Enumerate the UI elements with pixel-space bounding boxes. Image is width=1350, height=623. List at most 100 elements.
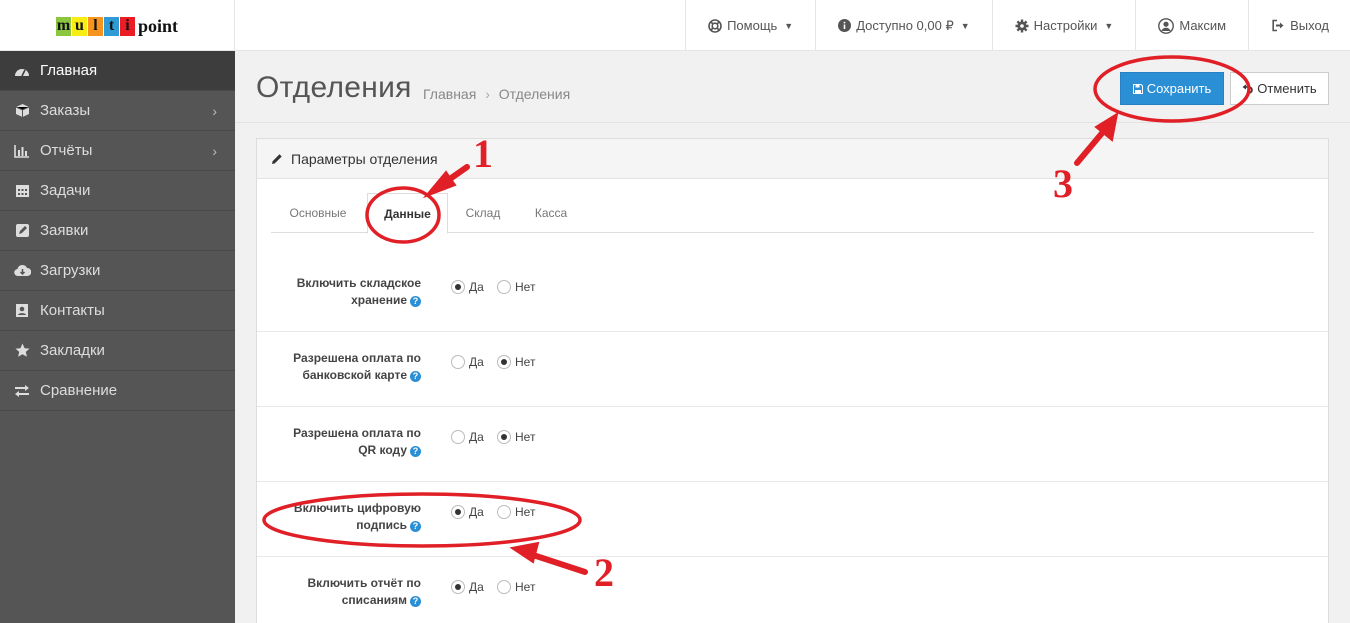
setting-label: Включить складское хранение?: [261, 275, 421, 309]
radio-button[interactable]: [497, 505, 511, 519]
multipoint-logo[interactable]: m u l t i point: [56, 16, 178, 36]
tab-main[interactable]: Основные: [271, 193, 365, 233]
breadcrumb-home[interactable]: Главная: [423, 86, 476, 102]
label-line: Включить складское: [296, 276, 421, 290]
help-icon[interactable]: ?: [410, 371, 421, 382]
cloud-download-icon: [12, 264, 32, 277]
logo-letter: m: [56, 16, 71, 36]
radio-yes[interactable]: Да: [451, 280, 484, 294]
bar-chart-icon: [12, 144, 32, 158]
save-button[interactable]: Сохранить: [1120, 72, 1224, 105]
radio-yes[interactable]: Да: [451, 430, 484, 444]
undo-icon: [1242, 84, 1254, 94]
top-header: m u l t i point Помощь ▼ Доступно 0,00 ₽…: [0, 0, 1350, 51]
sidebar-item-orders[interactable]: Заказы ›: [0, 91, 235, 131]
panel-title: Параметры отделения: [291, 150, 438, 167]
settings-label: Настройки: [1033, 18, 1098, 33]
sidebar-item-reports[interactable]: Отчёты ›: [0, 131, 235, 171]
help-icon[interactable]: ?: [410, 296, 421, 307]
radio-button[interactable]: [497, 430, 511, 444]
label-line: банковской карте: [302, 368, 407, 382]
cancel-button[interactable]: Отменить: [1230, 72, 1329, 105]
radio-yes[interactable]: Да: [451, 505, 484, 519]
sidebar-item-tasks[interactable]: Задачи: [0, 171, 235, 211]
setting-label: Включить отчёт по списаниям?: [261, 575, 421, 609]
help-icon[interactable]: ?: [410, 521, 421, 532]
sidebar-item-downloads[interactable]: Загрузки: [0, 251, 235, 291]
calendar-icon: [12, 183, 32, 198]
radio-no[interactable]: Нет: [497, 430, 535, 444]
setting-row-card-payment: Разрешена оплата по банковской карте? Да …: [257, 332, 1328, 407]
logo-letter: l: [88, 16, 103, 36]
setting-row-writeoff-report: Включить отчёт по списаниям? Да Нет: [257, 557, 1328, 623]
logo-letter: i: [120, 16, 135, 36]
panel-heading: Параметры отделения: [257, 139, 1328, 179]
setting-label: Включить цифровую подпись?: [261, 500, 421, 534]
help-label: Помощь: [727, 18, 778, 33]
box-icon: [12, 103, 32, 118]
logout-button[interactable]: Выход: [1248, 0, 1350, 51]
radio-label: Нет: [515, 505, 536, 519]
radio-yes[interactable]: Да: [451, 355, 484, 369]
balance-menu[interactable]: Доступно 0,00 ₽ ▼: [815, 0, 991, 51]
label-line: Включить цифровую: [293, 501, 421, 515]
dashboard-icon: [12, 64, 32, 78]
sidebar-item-home[interactable]: Главная: [0, 51, 235, 91]
logo-area[interactable]: m u l t i point: [0, 0, 235, 51]
settings-menu[interactable]: Настройки ▼: [991, 0, 1136, 51]
radio-yes[interactable]: Да: [451, 580, 484, 594]
tab-cashbox[interactable]: Касса: [521, 193, 581, 233]
logout-label: Выход: [1290, 18, 1329, 33]
radio-button[interactable]: [451, 580, 465, 594]
setting-label: Разрешена оплата по банковской карте?: [261, 350, 421, 384]
sign-out-icon: [1271, 19, 1285, 32]
sidebar-item-requests[interactable]: Заявки: [0, 211, 235, 251]
radio-no[interactable]: Нет: [497, 580, 535, 594]
radio-button[interactable]: [497, 355, 511, 369]
radio-label: Да: [469, 505, 484, 519]
sidebar-item-compare[interactable]: Сравнение: [0, 371, 235, 411]
annotation-arrowhead-3: [1094, 111, 1119, 142]
breadcrumb-separator: ›: [485, 86, 490, 102]
user-menu[interactable]: Максим: [1135, 0, 1248, 51]
radio-button[interactable]: [451, 430, 465, 444]
help-icon[interactable]: ?: [410, 596, 421, 607]
cancel-label: Отменить: [1257, 81, 1317, 96]
tab-data[interactable]: Данные: [367, 193, 448, 234]
label-line: QR коду: [358, 443, 407, 457]
setting-row-digital-signature: Включить цифровую подпись? Да Нет: [257, 482, 1328, 557]
user-circle-icon: [1158, 17, 1175, 34]
tab-warehouse[interactable]: Склад: [451, 193, 515, 233]
help-icon[interactable]: ?: [410, 446, 421, 457]
balance-label: Доступно 0,00 ₽: [856, 17, 954, 33]
radio-button[interactable]: [451, 505, 465, 519]
sidebar-item-label: Главная: [40, 62, 98, 79]
radio-button[interactable]: [451, 280, 465, 294]
radio-no[interactable]: Нет: [497, 505, 535, 519]
sidebar-item-label: Отчёты: [40, 142, 93, 159]
radio-no[interactable]: Нет: [497, 280, 535, 294]
setting-label: Разрешена оплата по QR коду?: [261, 425, 421, 459]
radio-label: Да: [469, 580, 484, 594]
branch-settings-panel: Параметры отделения Основные Данные Скла…: [256, 138, 1329, 623]
radio-label: Нет: [515, 580, 536, 594]
breadcrumb: Главная › Отделения: [423, 86, 570, 102]
setting-row-storage: Включить складское хранение? Да Нет: [257, 257, 1328, 332]
sidebar-item-label: Заказы: [40, 102, 91, 119]
radio-no[interactable]: Нет: [497, 355, 535, 369]
help-menu[interactable]: Помощь ▼: [685, 0, 815, 51]
sidebar-item-label: Загрузки: [40, 262, 101, 279]
radio-button[interactable]: [497, 280, 511, 294]
label-line: хранение: [351, 293, 407, 307]
floppy-icon: [1132, 83, 1143, 94]
radio-button[interactable]: [497, 580, 511, 594]
sidebar-item-contacts[interactable]: Контакты: [0, 291, 235, 331]
radio-button[interactable]: [451, 355, 465, 369]
logo-letter: t: [104, 16, 119, 36]
sidebar-item-bookmarks[interactable]: Закладки: [0, 331, 235, 371]
caret-down-icon: ▼: [1104, 20, 1114, 31]
annotation-number-1: 1: [473, 131, 493, 176]
chevron-right-icon: ›: [212, 103, 217, 119]
top-nav: Помощь ▼ Доступно 0,00 ₽ ▼ Настройки ▼ М…: [685, 0, 1350, 51]
label-line: Разрешена оплата по: [293, 351, 421, 365]
